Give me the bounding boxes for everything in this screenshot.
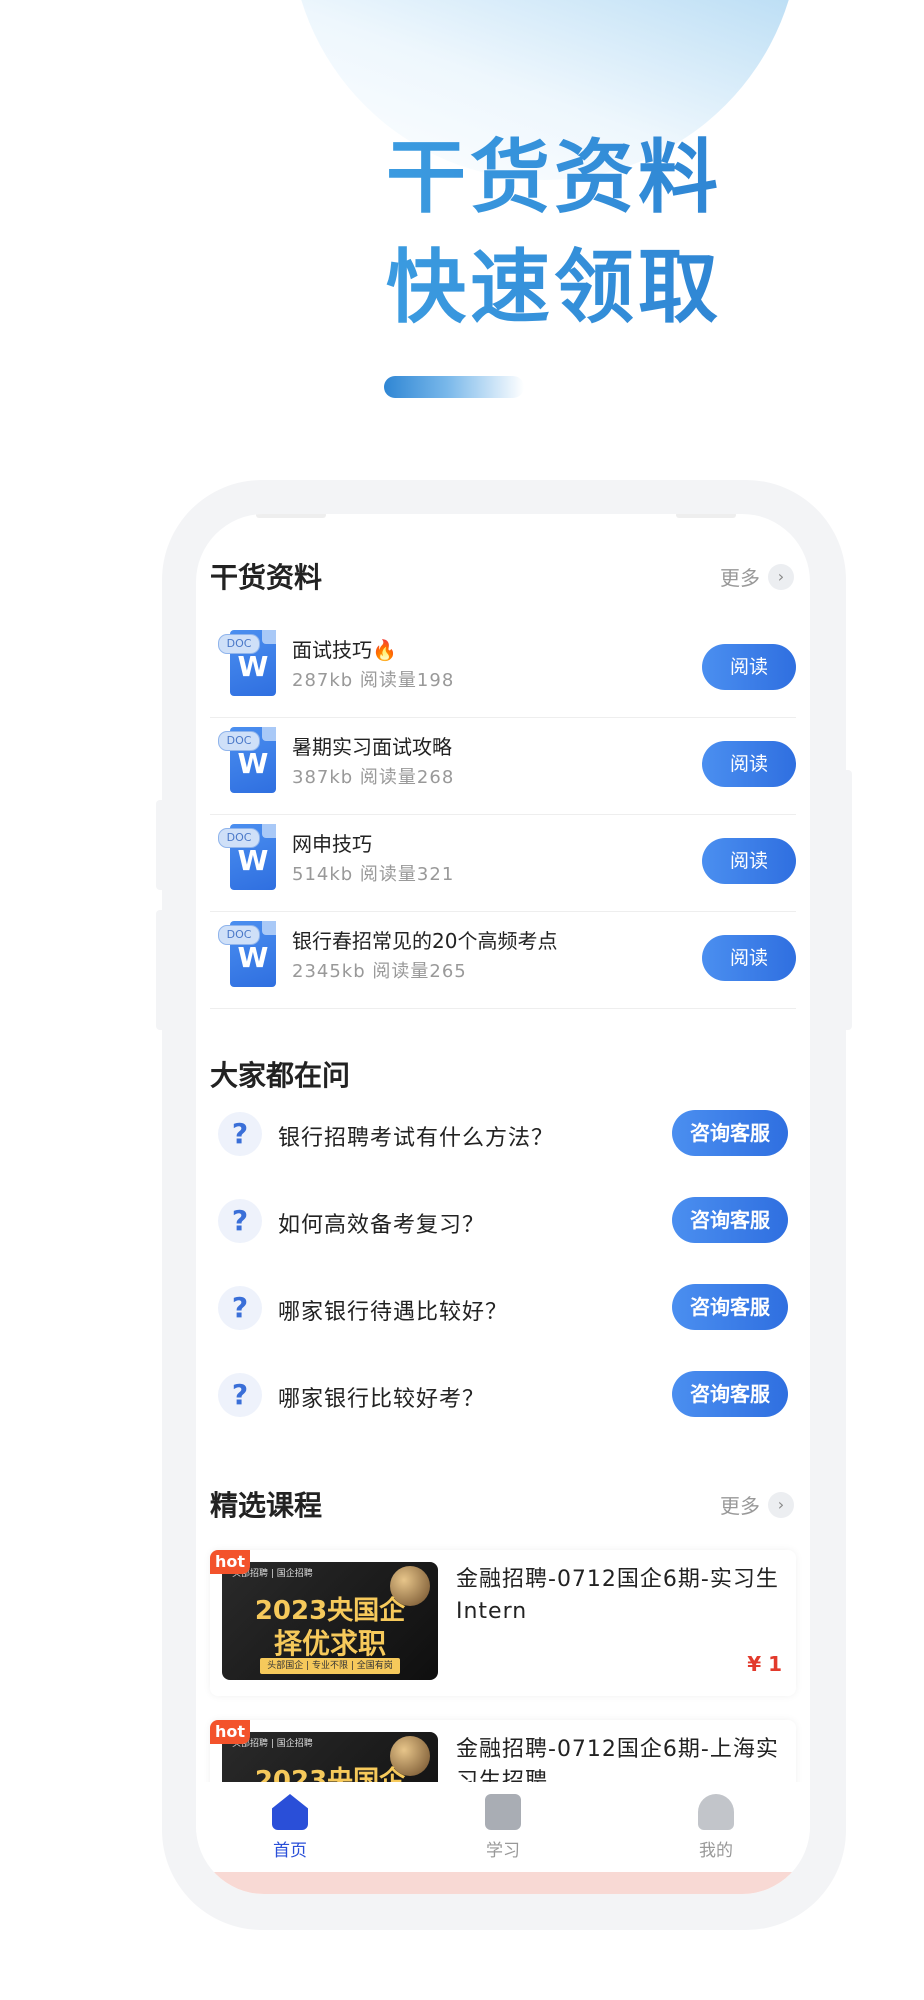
- hot-tag: hot: [210, 1550, 250, 1574]
- chevron-right-icon: ›: [768, 1491, 794, 1518]
- faq-question: 哪家银行比较好考？: [278, 1387, 486, 1412]
- faq-item[interactable]: ? 哪家银行比较好考？ 咨询客服: [218, 1369, 788, 1425]
- word-doc-icon: W DOC: [218, 630, 280, 700]
- word-doc-icon: W DOC: [218, 921, 280, 991]
- doc-list-item[interactable]: W DOC 暑期实习面试攻略 387kb 阅读量268 阅读: [210, 717, 796, 815]
- faq-question: 哪家银行待遇比较好？: [278, 1300, 509, 1325]
- phone-screen: 干货资料 更多 › W DOC 面试技巧🔥 287kb 阅读量198 阅读 W …: [196, 514, 810, 1894]
- tab-label: 学习: [486, 1841, 520, 1861]
- phone-power-button: [842, 770, 852, 1030]
- word-doc-icon: W DOC: [218, 824, 280, 894]
- headline-underline: [384, 376, 524, 398]
- dry-goods-more-link[interactable]: 更多 ›: [720, 562, 794, 591]
- doc-list-item[interactable]: W DOC 网申技巧 514kb 阅读量321 阅读: [210, 814, 796, 912]
- course-thumbnail: 头部招聘 | 国企招聘 2023央国企 择优求职 头部国企 | 专业不限 | 全…: [222, 1562, 438, 1680]
- doc-meta: 2345kb 阅读量265: [292, 961, 467, 982]
- doc-meta: 514kb 阅读量321: [292, 864, 455, 885]
- tab-study[interactable]: 学习: [443, 1794, 563, 1861]
- doc-meta: 287kb 阅读量198: [292, 670, 455, 691]
- tab-label: 我的: [699, 1841, 733, 1861]
- faq-question: 银行招聘考试有什么方法？: [278, 1126, 555, 1151]
- faq-item[interactable]: ? 如何高效备考复习？ 咨询客服: [218, 1195, 788, 1251]
- status-bar: [256, 514, 326, 518]
- read-button[interactable]: 阅读: [702, 838, 796, 884]
- doc-title: 银行春招常见的20个高频考点: [292, 929, 558, 953]
- course-title: 金融招聘-0712国企6期-实习生Intern: [456, 1567, 779, 1624]
- word-doc-icon: W DOC: [218, 727, 280, 797]
- faq-question: 如何高效备考复习？: [278, 1213, 486, 1238]
- user-icon: [698, 1794, 734, 1830]
- ask-support-button[interactable]: 咨询客服: [672, 1197, 788, 1243]
- doc-meta: 387kb 阅读量268: [292, 767, 455, 788]
- hot-tag: hot: [210, 1720, 250, 1744]
- read-button[interactable]: 阅读: [702, 741, 796, 787]
- phone-side-button: [156, 910, 166, 1030]
- bottom-edge-strip: [196, 1872, 810, 1894]
- question-icon: ?: [218, 1373, 262, 1417]
- phone-side-button: [156, 800, 166, 890]
- ask-support-button[interactable]: 咨询客服: [672, 1371, 788, 1417]
- book-icon: [485, 1794, 521, 1830]
- chevron-right-icon: ›: [768, 563, 794, 590]
- faq-item[interactable]: ? 银行招聘考试有什么方法？ 咨询客服: [218, 1108, 788, 1164]
- promo-headline-line1: 干货资料: [386, 131, 722, 224]
- section-title-courses: 精选课程: [210, 1489, 323, 1522]
- tab-mine[interactable]: 我的: [656, 1794, 776, 1861]
- promo-headline-line2: 快速领取: [386, 241, 722, 334]
- read-button[interactable]: 阅读: [702, 644, 796, 690]
- section-title-faq: 大家都在问: [210, 1059, 351, 1092]
- section-title-dry-goods: 干货资料: [210, 561, 323, 594]
- question-icon: ?: [218, 1199, 262, 1243]
- course-card[interactable]: 头部招聘 | 国企招聘 2023央国企 择优求职 头部国企 | 专业不限 | 全…: [210, 1550, 796, 1696]
- tab-home[interactable]: 首页: [230, 1794, 350, 1861]
- doc-list-item[interactable]: W DOC 银行春招常见的20个高频考点 2345kb 阅读量265 阅读: [210, 911, 796, 1009]
- status-bar: [676, 514, 736, 518]
- more-label: 更多: [720, 1494, 760, 1518]
- doc-title: 面试技巧🔥: [292, 638, 397, 662]
- faq-item[interactable]: ? 哪家银行待遇比较好？ 咨询客服: [218, 1282, 788, 1338]
- ask-support-button[interactable]: 咨询客服: [672, 1110, 788, 1156]
- doc-title: 网申技巧: [292, 832, 372, 856]
- tab-label: 首页: [273, 1841, 307, 1861]
- ask-support-button[interactable]: 咨询客服: [672, 1284, 788, 1330]
- home-icon: [272, 1794, 308, 1830]
- doc-title: 暑期实习面试攻略: [292, 735, 452, 759]
- read-button[interactable]: 阅读: [702, 935, 796, 981]
- more-label: 更多: [720, 566, 760, 590]
- course-price: ¥ 1: [747, 1652, 782, 1676]
- courses-more-link[interactable]: 更多 ›: [720, 1490, 794, 1519]
- doc-list-item[interactable]: W DOC 面试技巧🔥 287kb 阅读量198 阅读: [210, 620, 796, 718]
- question-icon: ?: [218, 1112, 262, 1156]
- question-icon: ?: [218, 1286, 262, 1330]
